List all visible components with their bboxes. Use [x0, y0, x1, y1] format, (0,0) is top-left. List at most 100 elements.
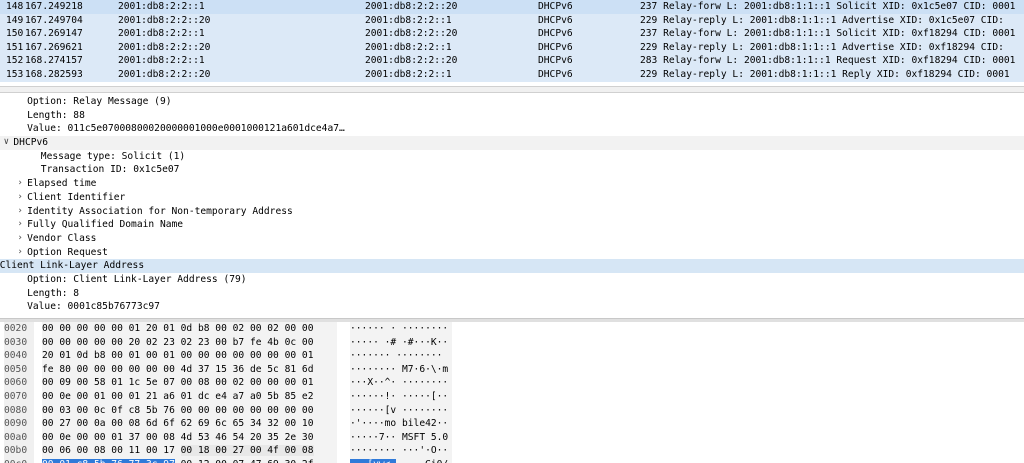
tree-item[interactable]: Transaction ID: 0x1c5e07 [0, 163, 1024, 177]
hex-bytes[interactable]: 00 00 00 00 00 01 20 01 0d b8 00 02 00 0… [42, 322, 337, 336]
hex-ascii[interactable]: ······· ········ [350, 349, 452, 363]
hex-bytes-group: 00 00 00 00 00 00 00 00 [180, 404, 314, 416]
hex-ascii[interactable]: ···X··^· ········ [350, 376, 452, 390]
chevron-right-icon[interactable]: › [15, 205, 25, 219]
packet-row[interactable]: 149 167.249704 2001:db8:2:2::20 2001:db8:2:… [0, 13, 1024, 28]
hex-bytes[interactable]: 20 01 0d b8 00 01 00 01 00 00 00 00 00 0… [42, 349, 337, 363]
chevron-right-icon[interactable]: › [15, 232, 25, 246]
tree-item-label: Option: Relay Message (9) [27, 96, 172, 107]
tree-item-label: Fully Qualified Domain Name [27, 219, 184, 231]
ascii-group: ········ [390, 350, 443, 362]
hex-offset: 0020 [4, 322, 34, 336]
packet-source: 2001:db8:2:2::1 [118, 28, 205, 40]
hex-bytes[interactable]: 00 00 00 00 00 20 02 23 02 23 00 b7 fe 4… [42, 335, 337, 350]
hex-ascii[interactable]: ······!· ·····[·· [350, 389, 452, 404]
tree-item[interactable]: › Elapsed time [0, 177, 1024, 191]
hex-ascii[interactable]: ···[vw<· ····Gi0/ [350, 457, 452, 463]
tree-item[interactable]: ∨Client Link-Layer Address [0, 259, 1024, 273]
packet-row[interactable]: 153 168.282593 2001:db8:2:2::20 2001:db8:2:… [0, 67, 1024, 82]
ascii-group: bile42·· [396, 418, 449, 430]
hex-bytes-group: 00 06 00 08 00 11 00 17 [42, 445, 175, 457]
hex-bytes-group: 00 09 00 58 01 1c 5e 07 [42, 377, 175, 389]
chevron-right-icon[interactable]: › [15, 218, 25, 232]
hex-ascii[interactable]: ········ M7·6·\·m [350, 362, 452, 377]
packet-row[interactable]: 148 167.249218 2001:db8:2:2::1 2001:db8:2:2… [0, 0, 1024, 14]
tree-item-label: Message type: Solicit (1) [40, 150, 186, 162]
hex-bytes-group: fe 80 00 00 00 00 00 00 [42, 363, 175, 375]
ascii-group: ···[vw<· [350, 458, 397, 463]
tree-item[interactable]: Message type: Solicit (1) [0, 150, 1024, 164]
tree-item-label: Length: 88 [27, 109, 85, 121]
hex-bytes[interactable]: 00 01 c8 5b 76 77 3c 97 00 12 00 07 47 6… [42, 457, 337, 463]
hex-ascii[interactable]: ········ ···'·O·· [350, 444, 452, 458]
packet-row[interactable]: 151 167.269621 2001:db8:2:2::20 2001:db8:2:… [0, 40, 1024, 55]
tree-item[interactable]: › Fully Qualified Domain Name [0, 218, 1024, 232]
hex-bytes[interactable]: 00 0e 00 01 00 01 21 a6 01 dc e4 a7 a0 5… [42, 389, 337, 404]
ascii-group: ···'·O·· [396, 445, 449, 457]
hex-row: 0070 00 0e 00 01 00 01 21 a6 01 dc e4 a7 … [0, 389, 1024, 404]
ascii-group: ·····7·· [350, 431, 397, 443]
hex-bytes[interactable]: 00 06 00 08 00 11 00 17 00 18 00 27 00 4… [42, 444, 337, 458]
packet-details-tree[interactable]: Option: Relay Message (9) Length: 88 Value… [0, 95, 1024, 317]
hex-row: 0090 00 27 00 0a 00 08 6d 6f 62 69 6c 65 … [0, 417, 1024, 431]
hex-bytes[interactable]: 00 03 00 0c 0f c8 5b 76 00 00 00 00 00 0… [42, 403, 337, 418]
hex-bytes[interactable]: 00 27 00 0a 00 08 6d 6f 62 69 6c 65 34 3… [42, 417, 337, 431]
packet-info: 229 Relay-reply L: 2001:db8:1:1::1 Reply… [640, 68, 1010, 80]
chevron-right-icon[interactable]: › [15, 191, 25, 205]
tree-item-label: Elapsed time [27, 178, 97, 190]
hex-ascii[interactable]: ····· ·# ·#···K·· [350, 335, 452, 350]
hex-bytes[interactable]: 00 0e 00 00 01 37 00 08 4d 53 46 54 20 3… [42, 430, 337, 445]
hex-ascii[interactable]: ·'····mo bile42·· [350, 417, 452, 431]
ascii-group: ···X··^· [350, 377, 397, 389]
ascii-group: ·#···K·· [396, 336, 449, 348]
tree-item[interactable]: Option: Relay Message (9) [0, 95, 1024, 109]
hex-bytes[interactable]: fe 80 00 00 00 00 00 00 4d 37 15 36 de 5… [42, 362, 337, 377]
chevron-right-icon[interactable]: › [15, 246, 25, 260]
hex-ascii[interactable]: ······[v ········ [350, 403, 452, 418]
tree-item-label: Value: 0001c85b76773c97 [27, 301, 160, 313]
hex-ascii[interactable]: ·····7·· MSFT 5.0 [350, 430, 452, 445]
packet-info: 229 Relay-reply L: 2001:db8:1:1::1 Adver… [640, 14, 1004, 26]
hex-bytes-group: 00 00 00 00 00 00 00 01 [180, 350, 314, 362]
chevron-down-icon[interactable]: ∨ [1, 136, 11, 150]
hex-offset: 0050 [4, 362, 34, 377]
tree-item[interactable]: Length: 8 [0, 287, 1024, 301]
tree-item[interactable]: › Identity Association for Non-temporary … [0, 205, 1024, 219]
packet-time: 167.269147 [25, 28, 83, 40]
packet-row[interactable]: 152 168.274157 2001:db8:2:2::1 2001:db8:2:2… [0, 54, 1024, 68]
hex-bytes-group: 00 08 00 02 00 00 00 01 [180, 377, 314, 389]
hex-ascii[interactable]: ······ · ········ [350, 322, 452, 336]
ascii-group: ········ [396, 404, 449, 416]
hex-offset: 0060 [4, 376, 34, 390]
tree-item[interactable]: › Option Request [0, 246, 1024, 260]
packet-source: 2001:db8:2:2::1 [118, 1, 205, 12]
tree-item[interactable]: › Vendor Class [0, 232, 1024, 246]
packet-bytes-pane[interactable]: 0020 00 00 00 00 00 01 20 01 0d b8 00 02 … [0, 322, 1024, 463]
tree-item[interactable]: Value: 011c5e07000800020000001000e000100… [0, 122, 1024, 136]
packet-destination: 2001:db8:2:2::1 [365, 14, 452, 26]
chevron-right-icon[interactable]: › [15, 177, 25, 191]
pane-splitter[interactable] [0, 86, 1024, 93]
tree-item-label: Value: 011c5e07000800020000001000e000100… [27, 123, 345, 135]
hex-bytes[interactable]: 00 09 00 58 01 1c 5e 07 00 08 00 02 00 0… [42, 376, 337, 390]
packet-destination: 2001:db8:2:2::1 [365, 68, 452, 80]
tree-item-label: Option Request [27, 246, 108, 258]
hex-row: 00a0 00 0e 00 00 01 37 00 08 4d 53 46 54 … [0, 430, 1024, 445]
hex-bytes-group: 4d 53 46 54 20 35 2e 30 [180, 431, 314, 443]
tree-item[interactable]: Option: Client Link-Layer Address (79) [0, 273, 1024, 287]
packet-protocol: DHCPv6 [538, 55, 573, 67]
packet-list[interactable]: 148 167.249218 2001:db8:2:2::1 2001:db8:2:2… [0, 0, 1024, 82]
tree-item-label: Client Identifier [27, 191, 126, 203]
packet-row[interactable]: 150 167.269147 2001:db8:2:2::1 2001:db8:2:2… [0, 27, 1024, 41]
hex-bytes-group: 62 69 6c 65 34 32 00 10 [180, 418, 314, 430]
tree-item-label: Option: Client Link-Layer Address (79) [27, 273, 247, 285]
hex-offset: 0030 [4, 335, 34, 350]
ascii-group: ······!· [350, 390, 397, 402]
hex-offset: 0040 [4, 349, 34, 363]
tree-item[interactable]: ∨ DHCPv6 [0, 136, 1024, 150]
ascii-group: MSFT 5.0 [396, 431, 449, 443]
tree-item[interactable]: Length: 88 [0, 109, 1024, 123]
tree-item[interactable]: Value: 0001c85b76773c97 [0, 300, 1024, 314]
tree-item[interactable]: › Client Identifier [0, 191, 1024, 205]
packet-info: 237 Relay-forw L: 2001:db8:1:1::1 Solici… [640, 28, 1016, 40]
